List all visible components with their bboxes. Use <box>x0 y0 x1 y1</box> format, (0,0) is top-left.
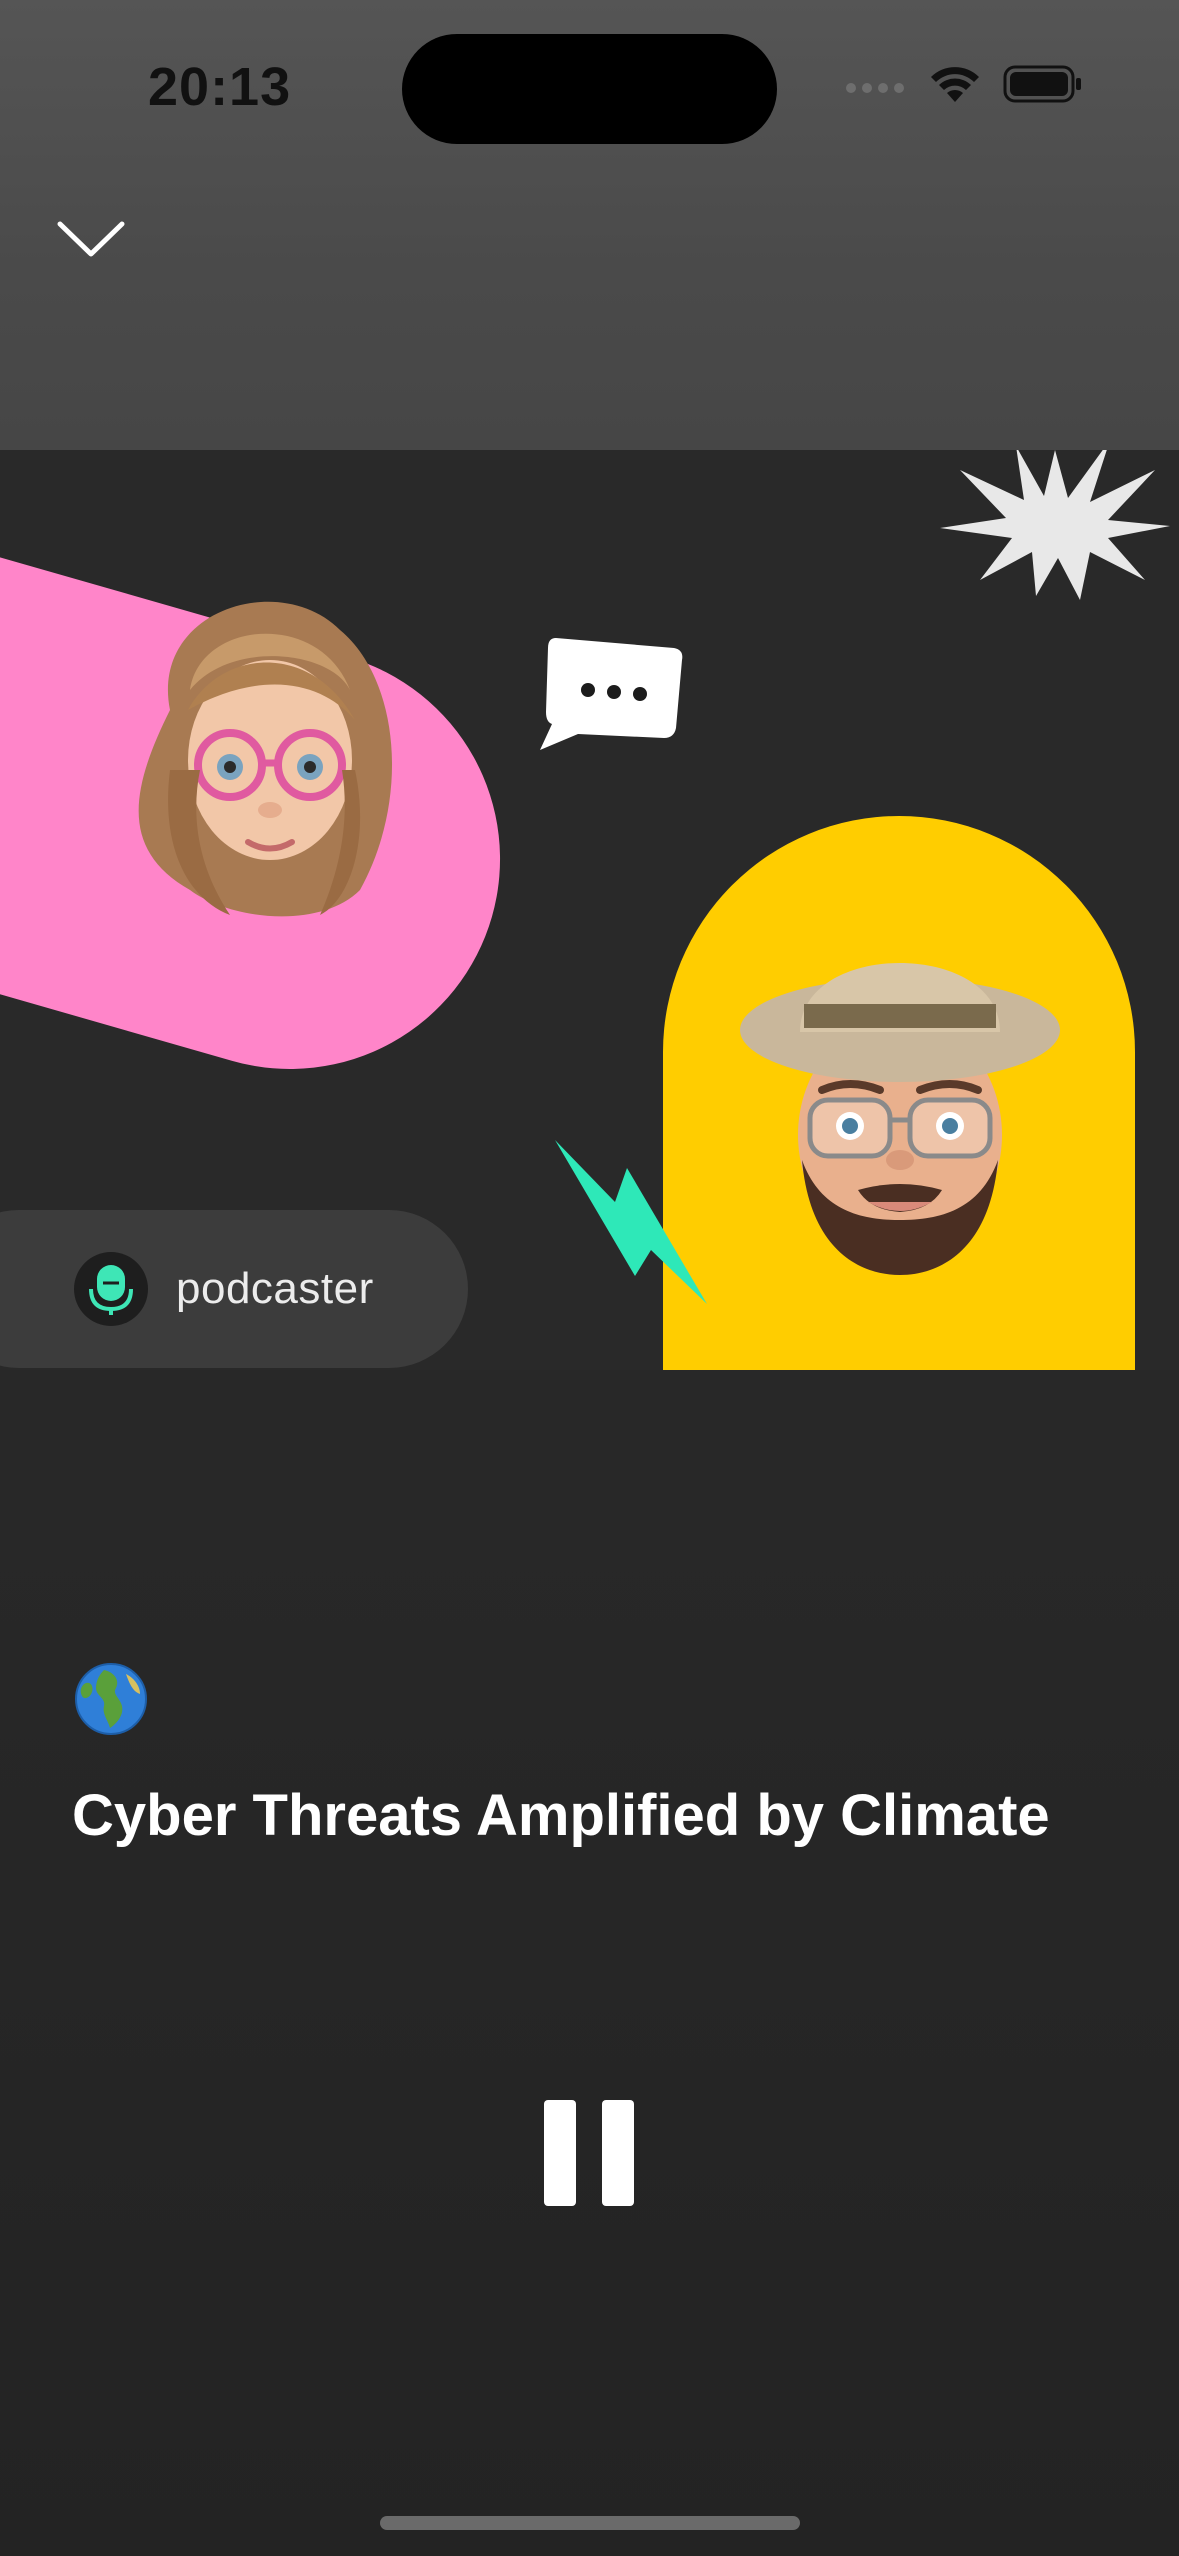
status-time: 20:13 <box>148 57 292 117</box>
battery-icon <box>1003 65 1081 103</box>
wifi-icon <box>931 67 979 102</box>
episode-title: Cyber Threats Amplified by Climate <box>72 1783 1050 1848</box>
top-header-area: 20:13 <box>0 0 1179 450</box>
speech-bubble-icon <box>540 638 683 750</box>
chevron-down-icon <box>57 221 125 257</box>
male-memoji-illustration <box>740 963 1060 1275</box>
pause-button[interactable] <box>540 2100 640 2206</box>
lightning-bolt-shape <box>555 1140 707 1304</box>
status-icons <box>845 64 1083 104</box>
podcaster-avatar <box>74 1252 148 1326</box>
episode-artwork: podcaster <box>0 450 1179 1370</box>
signal-icon <box>846 83 904 93</box>
female-memoji-illustration <box>138 601 393 917</box>
collapse-player-button[interactable] <box>56 218 136 278</box>
pause-icon-bar <box>602 2100 634 2206</box>
starburst-shape <box>940 450 1170 600</box>
podcaster-badge[interactable]: podcaster <box>0 1210 468 1368</box>
podcaster-label: podcaster <box>176 1264 374 1313</box>
home-indicator[interactable] <box>380 2516 800 2530</box>
dynamic-island <box>402 34 777 144</box>
microphone-icon <box>89 1265 133 1315</box>
pause-icon <box>544 2100 576 2206</box>
globe-emoji-icon <box>75 1663 147 1735</box>
